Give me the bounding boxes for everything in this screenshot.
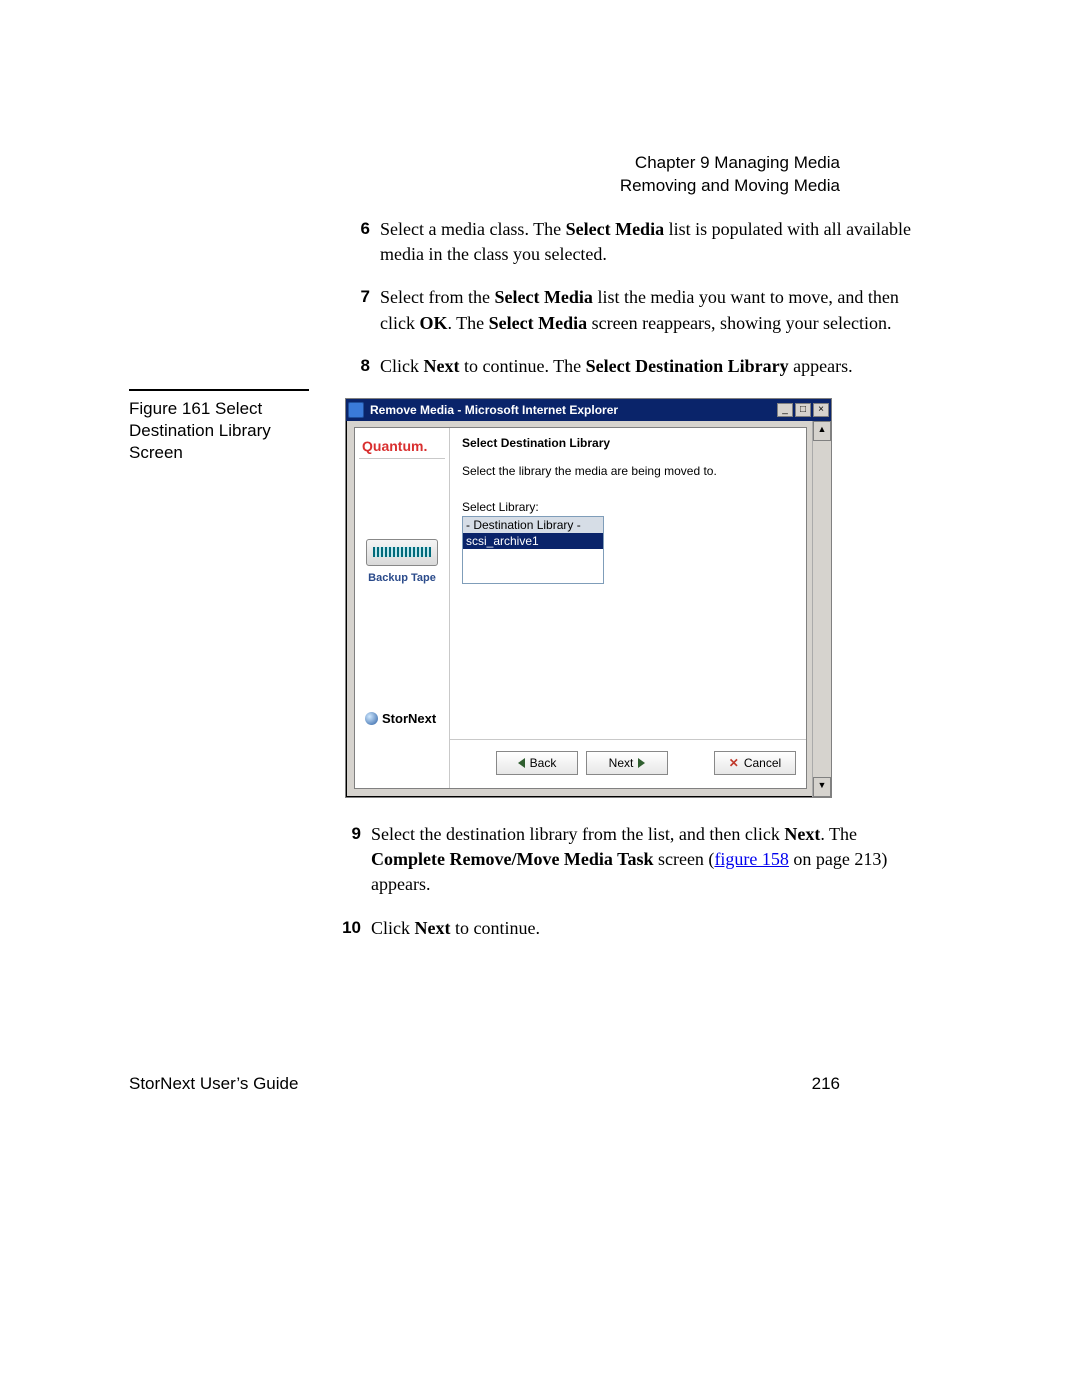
dialog-sidebar: Quantum. Backup Tape StorNext xyxy=(355,428,450,788)
steps-upper: 6 Select a media class. The Select Media… xyxy=(343,217,933,397)
scroll-down-button[interactable]: ▼ xyxy=(813,777,831,797)
stornext-icon xyxy=(365,712,378,725)
footer-guide-name: StorNext User’s Guide xyxy=(129,1074,298,1094)
section-line: Removing and Moving Media xyxy=(620,175,840,198)
chapter-line: Chapter 9 Managing Media xyxy=(620,152,840,175)
step-text: Select a media class. The Select Media l… xyxy=(380,217,933,267)
step-text: Select from the Select Media list the me… xyxy=(380,285,933,335)
figure-rule xyxy=(129,389,309,391)
step-6: 6 Select a media class. The Select Media… xyxy=(343,217,933,267)
listbox-label: Select Library: xyxy=(462,500,794,514)
dialog-heading: Select Destination Library xyxy=(462,436,794,450)
step-text: Click Next to continue. The Select Desti… xyxy=(380,354,933,379)
window-title: Remove Media - Microsoft Internet Explor… xyxy=(370,403,618,417)
step-number: 7 xyxy=(343,285,380,335)
close-button[interactable]: × xyxy=(813,403,829,417)
step-number: 10 xyxy=(334,916,371,941)
list-header: - Destination Library - xyxy=(463,517,603,533)
sidebar-label: Backup Tape xyxy=(359,572,445,584)
ie-icon xyxy=(348,402,364,418)
next-label: Next xyxy=(609,756,634,770)
step-text: Select the destination library from the … xyxy=(371,822,934,898)
next-button[interactable]: Next xyxy=(586,751,668,775)
step-number: 9 xyxy=(334,822,371,898)
scroll-up-button[interactable]: ▲ xyxy=(813,421,831,441)
minimize-button[interactable]: _ xyxy=(777,403,793,417)
next-arrow-icon xyxy=(638,758,645,768)
title-bar: Remove Media - Microsoft Internet Explor… xyxy=(346,399,831,421)
window-buttons: _ □ × xyxy=(777,403,829,417)
step-text: Click Next to continue. xyxy=(371,916,934,941)
maximize-button[interactable]: □ xyxy=(795,403,811,417)
dialog-body: Quantum. Backup Tape StorNext Select Des… xyxy=(354,427,807,789)
cancel-x-icon: ✕ xyxy=(729,756,739,770)
step-number: 8 xyxy=(343,354,380,379)
cancel-button[interactable]: ✕ Cancel xyxy=(714,751,796,775)
quantum-brand: Quantum. xyxy=(359,438,445,459)
stornext-brand: StorNext xyxy=(365,711,436,726)
step-number: 6 xyxy=(343,217,380,267)
page-header: Chapter 9 Managing Media Removing and Mo… xyxy=(620,152,840,198)
library-listbox[interactable]: - Destination Library - scsi_archive1 xyxy=(462,516,604,584)
cancel-label: Cancel xyxy=(744,756,781,770)
dialog-instruction: Select the library the media are being m… xyxy=(462,464,794,478)
steps-lower: 9 Select the destination library from th… xyxy=(334,822,934,959)
scrollbar[interactable]: ▲ ▼ xyxy=(812,421,831,797)
footer-page-number: 216 xyxy=(812,1074,840,1094)
step-7: 7 Select from the Select Media list the … xyxy=(343,285,933,335)
step-9: 9 Select the destination library from th… xyxy=(334,822,934,898)
figure-caption: Figure 161 Select Destination Library Sc… xyxy=(129,398,329,464)
title-bar-left: Remove Media - Microsoft Internet Explor… xyxy=(348,402,618,418)
step-10: 10 Click Next to continue. xyxy=(334,916,934,941)
figure-158-link[interactable]: figure 158 xyxy=(714,849,788,869)
stornext-label: StorNext xyxy=(382,711,436,726)
tape-image xyxy=(366,539,438,566)
back-button[interactable]: Back xyxy=(496,751,578,775)
dialog-main: Select Destination Library Select the li… xyxy=(450,428,806,788)
dialog-button-row: Back Next ✕ Cancel xyxy=(450,739,806,780)
screenshot-window: Remove Media - Microsoft Internet Explor… xyxy=(345,398,832,798)
step-8: 8 Click Next to continue. The Select Des… xyxy=(343,354,933,379)
list-item-selected[interactable]: scsi_archive1 xyxy=(463,533,603,549)
back-label: Back xyxy=(530,756,557,770)
back-arrow-icon xyxy=(518,758,525,768)
